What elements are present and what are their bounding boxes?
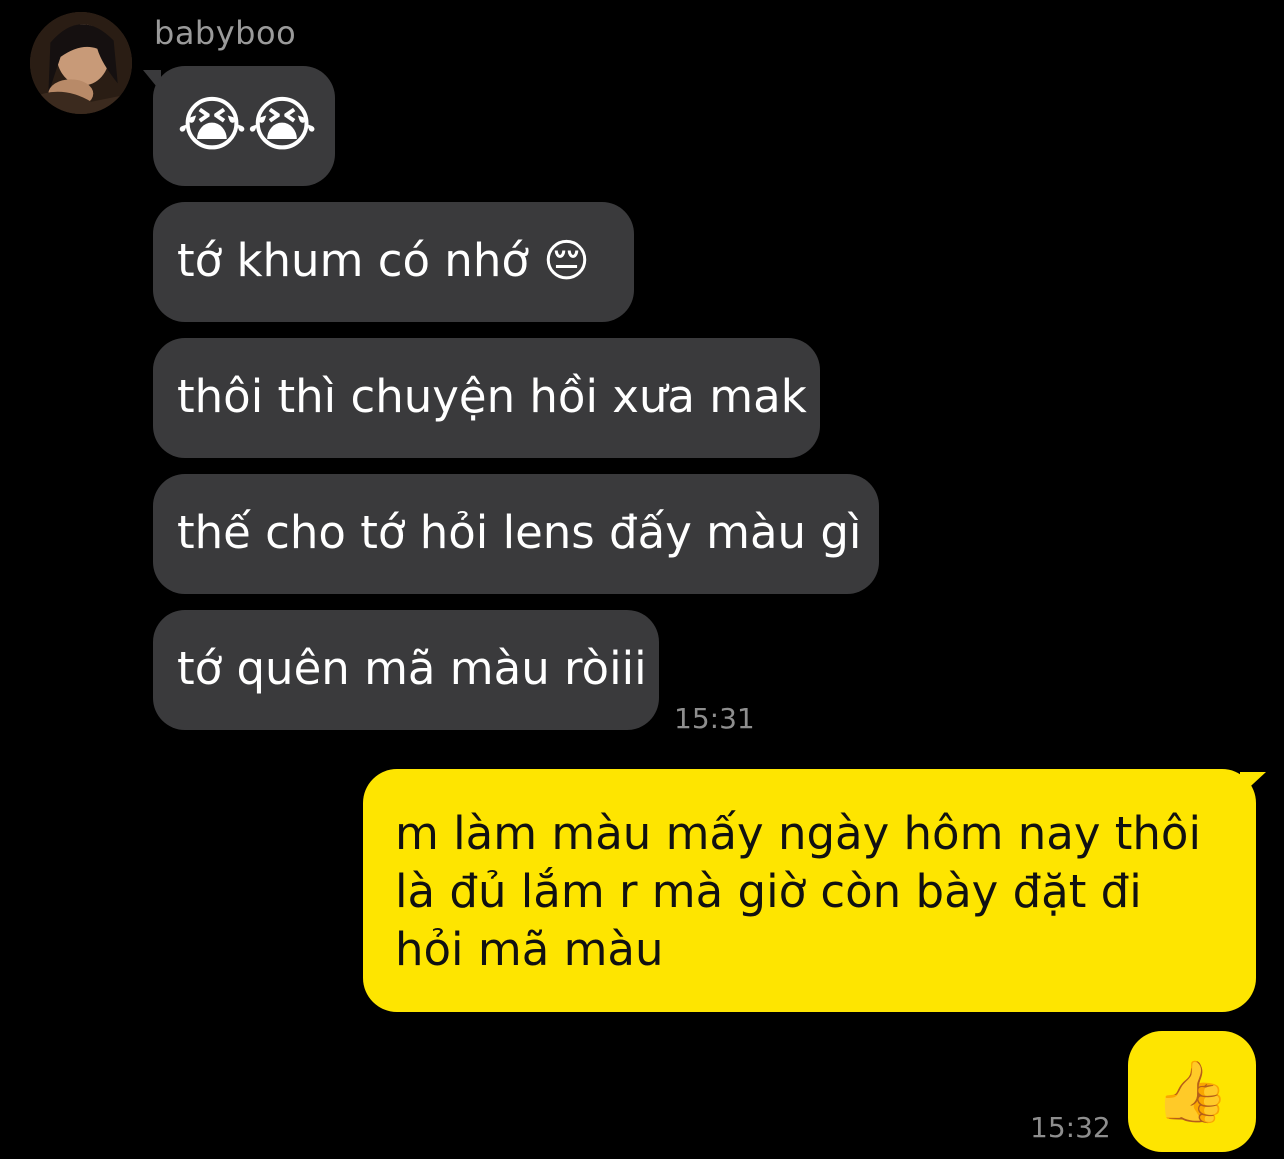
incoming-message[interactable]: thế cho tớ hỏi lens đấy màu gì xyxy=(153,474,879,594)
crying-face-emoji: 😭😭 xyxy=(177,90,318,160)
message-text: tớ khum có nhớ 😔 xyxy=(177,234,591,287)
sender-name: babyboo xyxy=(154,14,297,52)
message-timestamp: 15:31 xyxy=(674,702,755,735)
message-text: thế cho tớ hỏi lens đấy màu gì xyxy=(177,506,862,559)
profile-photo-icon xyxy=(30,12,132,114)
outgoing-message[interactable]: 👍 xyxy=(1128,1031,1256,1152)
incoming-message[interactable]: tớ khum có nhớ 😔 xyxy=(153,202,634,322)
message-text: thôi thì chuyện hồi xưa mak xyxy=(177,370,807,423)
incoming-message[interactable]: thôi thì chuyện hồi xưa mak xyxy=(153,338,820,458)
message-text: tớ quên mã màu ròiii xyxy=(177,642,647,695)
thumbs-up-emoji: 👍 xyxy=(1154,1056,1230,1127)
message-text: m làm màu mấy ngày hôm nay thôi là đủ lắ… xyxy=(395,807,1201,976)
outgoing-message[interactable]: m làm màu mấy ngày hôm nay thôi là đủ lắ… xyxy=(363,769,1256,1012)
avatar[interactable] xyxy=(30,12,132,114)
message-timestamp: 15:32 xyxy=(1030,1111,1111,1144)
incoming-message[interactable]: 😭😭 xyxy=(153,66,335,186)
incoming-message[interactable]: tớ quên mã màu ròiii xyxy=(153,610,659,730)
